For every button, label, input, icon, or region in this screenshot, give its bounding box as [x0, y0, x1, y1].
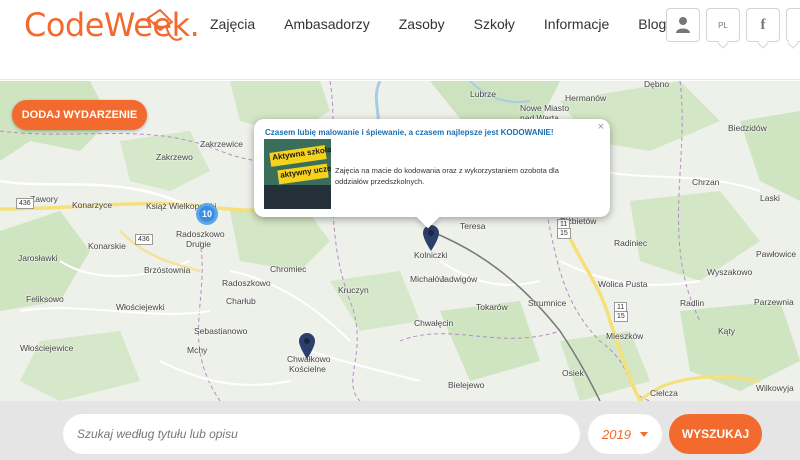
header-actions: PL f	[660, 8, 800, 49]
place-label: Sebastianowo	[194, 326, 248, 336]
year-select[interactable]: 2019	[588, 414, 662, 454]
place-label: Bielejewo	[448, 380, 485, 390]
place-label: Chwałęcin	[414, 318, 454, 328]
place-label: Konarskie	[88, 241, 126, 251]
place-label: Kruczyn	[338, 285, 369, 295]
user-icon	[676, 17, 690, 33]
nav-ambasadorzy[interactable]: Ambasadorzy	[284, 16, 370, 32]
main-nav: Zajęcia Ambasadorzy Zasoby Szkoły Inform…	[210, 16, 695, 32]
search-input[interactable]	[63, 414, 580, 454]
place-label: Kościelne	[289, 364, 326, 374]
map-pin-icon[interactable]	[298, 332, 316, 360]
speech-tail-icon	[757, 37, 769, 49]
language-label: PL	[718, 20, 728, 30]
nav-zasoby[interactable]: Zasoby	[399, 16, 445, 32]
place-label: Chrzan	[692, 177, 720, 187]
place-label: Osiek	[562, 368, 584, 378]
map-pin-icon[interactable]	[422, 224, 440, 252]
place-label: Hermanów	[565, 93, 607, 103]
place-label: Chromiec	[270, 264, 307, 274]
place-label: Drugie	[186, 239, 212, 249]
place-label: Radlin	[680, 298, 705, 308]
facebook-icon: f	[760, 16, 766, 33]
search-button[interactable]: WYSZUKAJ	[669, 414, 762, 454]
place-label: Brzóstownia	[144, 265, 191, 275]
place-label: Mchy	[187, 345, 208, 355]
site-header: CodeWeek. Zajęcia Ambasadorzy Zasoby Szk…	[0, 0, 800, 80]
facebook-button[interactable]: f	[746, 8, 780, 49]
popup-description: Zajęcia na macie do kodowania oraz z wyk…	[335, 166, 559, 186]
place-label: Jadwigów	[440, 274, 478, 284]
place-label: Tokarów	[476, 302, 508, 312]
language-button[interactable]: PL	[706, 8, 740, 49]
place-label: Włościejewice	[20, 343, 74, 353]
place-label: Radiniec	[614, 238, 648, 248]
place-label: Konarzyce	[72, 200, 113, 210]
speech-tail-icon	[717, 37, 729, 49]
place-label: Teresa	[460, 221, 486, 231]
place-label: Wyszakowo	[707, 267, 753, 277]
nav-informacje[interactable]: Informacje	[544, 16, 609, 32]
place-label: Pawłowice	[756, 249, 797, 259]
place-label: Biedzidów	[728, 123, 767, 133]
place-label: Zakrzewo	[156, 152, 193, 162]
place-label: Charłub	[226, 296, 256, 306]
logo-mouse-icon	[146, 8, 183, 41]
road-number: 15	[614, 311, 628, 322]
year-value: 2019	[602, 426, 631, 442]
popup-close-button[interactable]: ×	[598, 121, 604, 133]
place-label: Dębno	[644, 81, 670, 89]
extra-social-button[interactable]	[786, 8, 800, 49]
place-label: Włościejewki	[116, 302, 165, 312]
place-label: Cielcza	[650, 388, 678, 398]
place-label: Kąty	[718, 326, 736, 336]
place-label: Nowe Miasto	[520, 103, 570, 113]
add-event-button[interactable]: DODAJ WYDARZENIE	[12, 100, 147, 130]
place-label: Mieszków	[606, 331, 644, 341]
nav-zajecia[interactable]: Zajęcia	[210, 16, 255, 32]
place-label: Strumnice	[528, 298, 567, 308]
road-number: 436	[16, 198, 34, 209]
popup-title[interactable]: Czasem lubię malowanie i śpiewanie, a cz…	[265, 128, 554, 137]
nav-szkoly[interactable]: Szkoły	[474, 16, 515, 32]
place-label: Laski	[760, 193, 780, 203]
event-cluster-marker[interactable]: 10	[196, 203, 218, 225]
place-label: Zawory	[30, 194, 58, 204]
place-label: Zakrzewice	[200, 139, 243, 149]
user-button[interactable]	[666, 8, 700, 42]
place-label: Radoszkowo	[176, 229, 225, 239]
caret-down-icon	[640, 432, 648, 437]
search-bar: 2019 WYSZUKAJ	[0, 401, 800, 460]
events-map[interactable]: Lubrze Hermanów Nowe Miasto nad Wartą Za…	[0, 81, 800, 401]
event-popup: × Czasem lubię malowanie i śpiewanie, a …	[254, 119, 610, 229]
place-label: Jarosławki	[18, 253, 58, 263]
place-label: Wolica Pusta	[598, 279, 648, 289]
place-label: Parzewnia	[754, 297, 794, 307]
road-number: 15	[557, 228, 571, 239]
road-number: 436	[135, 234, 153, 245]
place-label: Lubrze	[470, 89, 496, 99]
place-label: Wilkowyja	[756, 383, 794, 393]
speech-tail-icon	[787, 37, 799, 49]
place-label: Feliksowo	[26, 294, 64, 304]
event-image: Aktywna szkoła aktywny uczeń	[264, 139, 331, 209]
place-label: Radoszkowo	[222, 278, 271, 288]
